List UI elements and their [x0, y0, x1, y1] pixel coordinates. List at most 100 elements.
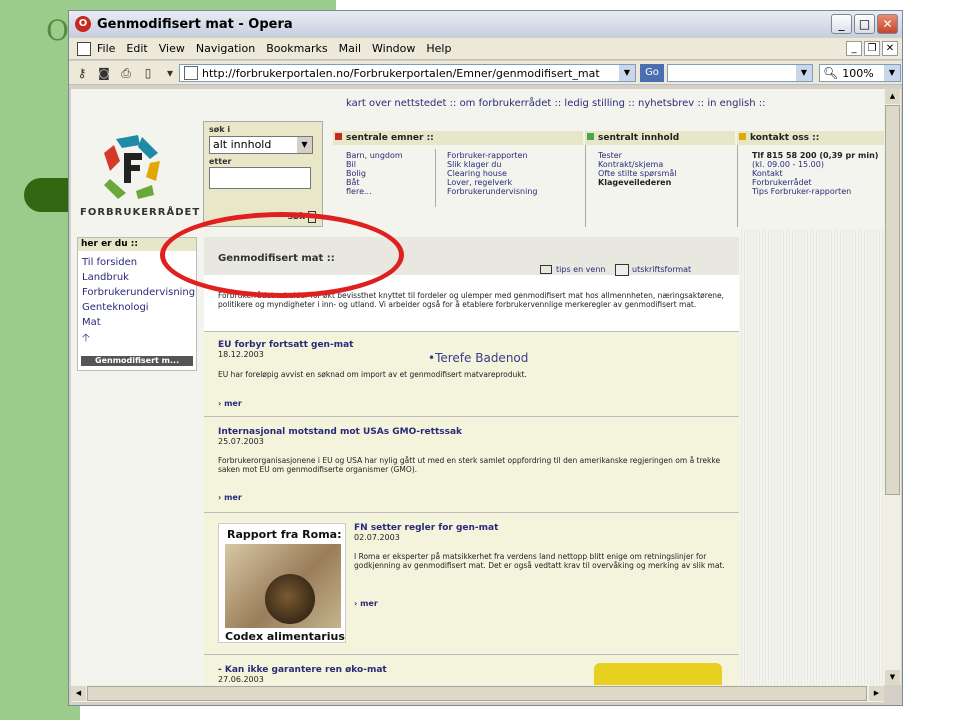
url-dropdown-icon[interactable]: ▼: [619, 65, 635, 81]
content-link[interactable]: Ofte stilte spørsmål: [598, 169, 676, 178]
image-caption-top: Rapport fra Roma:: [227, 528, 342, 541]
menu-window[interactable]: Window: [372, 42, 415, 55]
zoom-select[interactable]: 🔍︎ 100% ▼: [819, 64, 901, 82]
phone-number: Tlf 815 58 200 (0,39 pr min): [752, 151, 879, 160]
site-logo[interactable]: FORBRUKERRÅDET: [78, 119, 203, 227]
search-dropdown-icon[interactable]: ▼: [796, 65, 812, 81]
contact-link[interactable]: Kontakt: [752, 169, 878, 178]
content-link[interactable]: Tester: [598, 151, 676, 160]
column-divider: [435, 149, 436, 207]
topic-link[interactable]: Slik klager du: [447, 160, 538, 169]
breadcrumb-link[interactable]: Genteknologi: [78, 300, 196, 315]
scope-dropdown-icon[interactable]: ▼: [297, 137, 312, 153]
eco-food-image[interactable]: [594, 663, 722, 685]
mdi-restore-button[interactable]: ❐: [864, 41, 880, 56]
dropdown-icon[interactable]: ▾: [161, 65, 179, 81]
article-card: EU forbyr fortsatt gen-mat 18.12.2003 EU…: [204, 331, 739, 416]
mdi-close-button[interactable]: ✕: [882, 41, 898, 56]
slide-overlay-text: •Terefe Badenod: [428, 351, 529, 365]
url-input[interactable]: http://forbrukerportalen.no/Forbrukerpor…: [179, 64, 636, 82]
vertical-scroll-thumb[interactable]: [885, 105, 900, 495]
search-panel: søk i alt innhold ▼ etter søk ›: [203, 121, 323, 227]
close-button[interactable]: ✕: [877, 14, 898, 34]
more-link[interactable]: › mer: [218, 493, 242, 502]
more-link[interactable]: › mer: [354, 599, 378, 608]
search-scope-select[interactable]: alt innhold ▼: [209, 136, 313, 154]
top-navigation[interactable]: kart over nettstedet :: om forbrukerråde…: [346, 98, 765, 109]
breadcrumb-link[interactable]: Forbrukerundervisning: [78, 285, 196, 300]
right-pattern: [739, 229, 884, 685]
article-image[interactable]: Rapport fra Roma: Codex alimentarius: [218, 523, 346, 643]
article-title[interactable]: Internasjonal motstand mot USAs GMO-rett…: [218, 427, 462, 437]
more-label: mer: [360, 599, 378, 608]
article-date: 25.07.2003: [218, 437, 264, 446]
article-title[interactable]: EU forbyr fortsatt gen-mat: [218, 340, 353, 350]
opening-hours: (kl. 09.00 - 15.00): [752, 160, 824, 169]
topic-link[interactable]: Bolig: [346, 169, 403, 178]
menu-navigation[interactable]: Navigation: [196, 42, 255, 55]
search-after-label: etter: [209, 157, 232, 166]
logo-icon: [104, 135, 160, 199]
topic-link[interactable]: Bil: [346, 160, 403, 169]
horizontal-scrollbar[interactable]: ◀ ▶: [71, 685, 884, 702]
zoom-value: 100%: [842, 66, 874, 80]
tip-friend-link[interactable]: tips en venn: [556, 265, 605, 274]
menu-mail[interactable]: Mail: [339, 42, 361, 55]
content-column: Tester Kontrakt/skjema Ofte stilte spørs…: [598, 151, 676, 187]
breadcrumb-link[interactable]: Mat: [78, 315, 196, 330]
go-button[interactable]: Go: [640, 64, 664, 82]
article-title[interactable]: FN setter regler for gen-mat: [354, 523, 498, 533]
content-link[interactable]: Klageveilederen: [598, 178, 676, 187]
article-card: - Kan ikke garantere ren øko-mat 27.06.2…: [204, 654, 739, 685]
contact-link[interactable]: Forbrukerrådet: [752, 178, 878, 187]
highlight-ellipse: [160, 212, 404, 298]
topic-link[interactable]: Lover, regelverk: [447, 178, 538, 187]
topic-link[interactable]: Forbruker-rapporten: [447, 151, 538, 160]
menu-bar: File Edit View Navigation Bookmarks Mail…: [69, 38, 902, 60]
topic-link[interactable]: Båt: [346, 178, 403, 187]
printer-icon[interactable]: [615, 264, 629, 276]
page-favicon-icon: [184, 66, 198, 80]
printer-icon[interactable]: ⎙: [117, 65, 135, 81]
content-link[interactable]: Kontrakt/skjema: [598, 160, 676, 169]
breadcrumb-current: Genmodifisert m...: [81, 356, 193, 366]
more-link[interactable]: › mer: [218, 399, 242, 408]
menu-help[interactable]: Help: [426, 42, 451, 55]
topic-link[interactable]: flere...: [346, 187, 403, 196]
key-icon[interactable]: ⚷: [73, 65, 91, 81]
scroll-up-icon[interactable]: ▲: [885, 89, 900, 104]
more-label: mer: [224, 493, 242, 502]
menu-view[interactable]: View: [159, 42, 185, 55]
article-title[interactable]: - Kan ikke garantere ren øko-mat: [218, 665, 387, 675]
zoom-dropdown-icon[interactable]: ▼: [884, 65, 900, 81]
topic-link[interactable]: Barn, ungdom: [346, 151, 403, 160]
vertical-scrollbar[interactable]: ▲ ▼: [884, 89, 901, 685]
camera-icon[interactable]: ◙: [95, 65, 113, 81]
scroll-left-icon[interactable]: ◀: [71, 686, 86, 701]
menu-bookmarks[interactable]: Bookmarks: [266, 42, 327, 55]
horizontal-scroll-thumb[interactable]: [87, 686, 867, 701]
menu-edit[interactable]: Edit: [126, 42, 147, 55]
site-search-input[interactable]: [209, 167, 311, 189]
topic-link[interactable]: Forbrukerundervisning: [447, 187, 538, 196]
title-bar: O Genmodifisert mat - Opera _ □ ✕: [69, 11, 902, 37]
topic-link[interactable]: Clearing house: [447, 169, 538, 178]
search-input[interactable]: ▼: [667, 64, 813, 82]
kontakt-oss-label: kontakt oss ::: [750, 133, 820, 143]
arrow-up-icon[interactable]: 🡡: [78, 330, 196, 345]
scroll-right-icon[interactable]: ▶: [869, 686, 884, 701]
contact-link[interactable]: Tips Forbruker-rapporten: [752, 187, 878, 196]
print-format-link[interactable]: utskriftsformat: [632, 265, 691, 274]
menu-file[interactable]: File: [97, 42, 115, 55]
minimize-button[interactable]: _: [831, 14, 852, 34]
breadcrumb-current-label: Genmodifisert m...: [95, 356, 180, 365]
opera-icon: O: [75, 16, 91, 32]
mdi-minimize-button[interactable]: _: [846, 41, 862, 56]
scroll-down-icon[interactable]: ▼: [885, 670, 900, 685]
document-icon[interactable]: ▯: [139, 65, 157, 81]
header-sentralt-innhold: sentralt innhold: [585, 131, 735, 145]
topics-column-1: Barn, ungdom Bil Bolig Båt flere...: [346, 151, 403, 196]
envelope-icon[interactable]: [540, 265, 552, 274]
maximize-button[interactable]: □: [854, 14, 875, 34]
window-title: Genmodifisert mat - Opera: [97, 16, 293, 32]
